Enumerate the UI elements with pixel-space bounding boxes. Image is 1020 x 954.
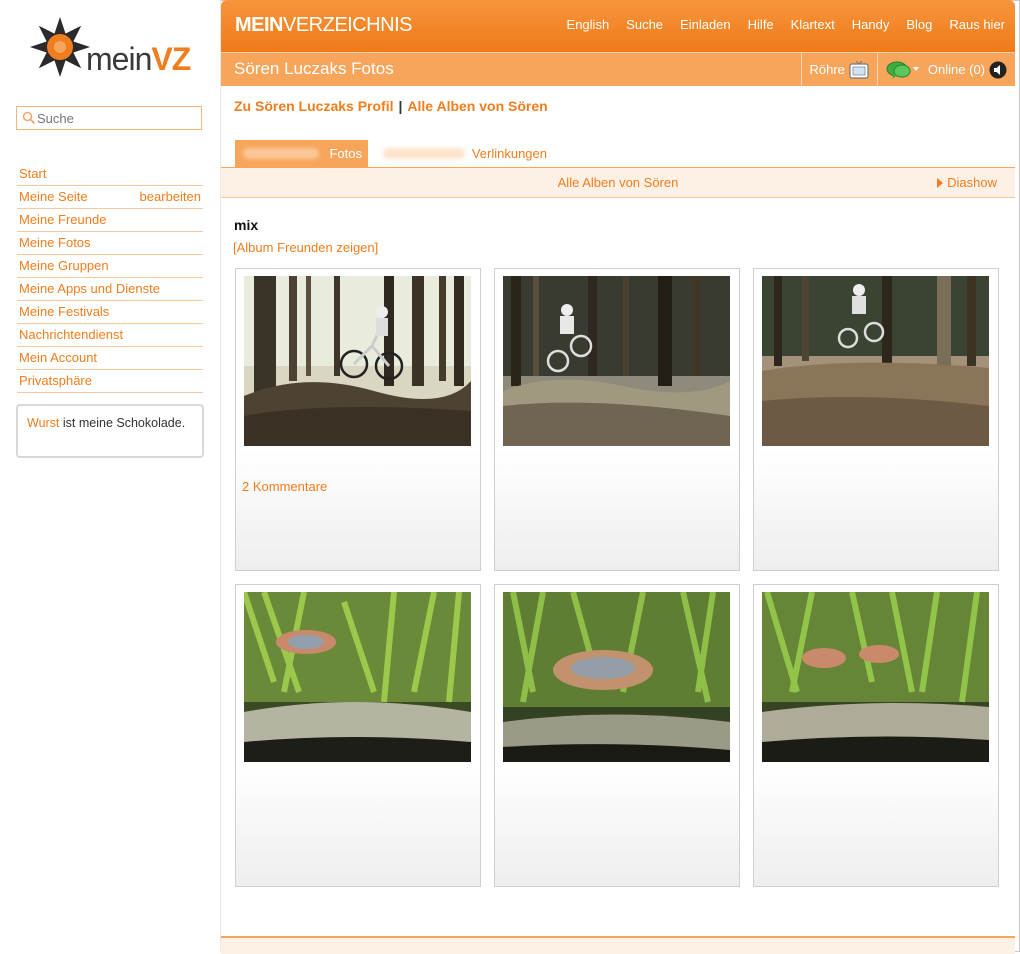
breadcrumb: Zu Sören Luczaks Profil | Alle Alben von S… <box>234 98 548 114</box>
photo-thumbnail[interactable] <box>503 276 730 446</box>
photo-card <box>753 268 999 571</box>
album-title: mix <box>234 217 259 233</box>
photo-thumbnail[interactable] <box>762 592 989 762</box>
sidebar-item-label: Privatsphäre <box>19 373 92 388</box>
blurred-name <box>383 148 465 159</box>
sidebar-item-label: Meine Gruppen <box>19 258 109 273</box>
nav-english[interactable]: English <box>567 17 610 32</box>
sidebar-item-privacy[interactable]: Privatsphäre <box>17 370 203 393</box>
page-title: Sören Luczaks Fotos <box>234 59 394 78</box>
tv-icon[interactable] <box>849 60 869 79</box>
sidebar-item-groups[interactable]: Meine Gruppen <box>17 255 203 278</box>
online-label[interactable]: Online (0) <box>928 62 985 77</box>
sidebar-item-friends[interactable]: Meine Freunde <box>17 209 203 232</box>
tab-tags-label: Verlinkungen <box>471 146 547 161</box>
top-header: MEINVERZEICHNIS English Suche Einladen H… <box>221 0 1015 52</box>
sound-icon[interactable] <box>989 61 1007 79</box>
search-input[interactable] <box>37 109 197 127</box>
nav-help[interactable]: Hilfe <box>748 17 774 32</box>
photo-comments-link[interactable]: 2 Kommentare <box>242 479 327 494</box>
tab-photos[interactable]: Fotos <box>235 140 368 167</box>
sidebar-item-account[interactable]: Mein Account <box>17 347 203 370</box>
status-box[interactable]: Wurst ist meine Schokolade. <box>16 404 204 458</box>
all-albums-link[interactable]: Alle Alben von Sören <box>407 98 547 114</box>
sidebar: meinVZ Start Meine Seite bearbeiten Meine… <box>0 0 220 952</box>
divider <box>800 53 802 86</box>
sidebar-item-label: Meine Festivals <box>19 304 110 319</box>
nav-search[interactable]: Suche <box>626 17 663 32</box>
photo-thumbnail[interactable] <box>503 592 730 762</box>
chat-icon[interactable] <box>886 59 920 81</box>
sub-header-tools: Röhre Online (0) <box>793 53 1008 86</box>
logo-wordmark: meinVZ <box>86 41 191 78</box>
photo-thumbnail[interactable] <box>762 276 989 446</box>
sidebar-item-start[interactable]: Start <box>17 163 203 186</box>
status-text: ist meine Schokolade. <box>59 416 186 430</box>
sidebar-item-label: Meine Apps und Dienste <box>19 281 160 296</box>
photo-card <box>753 584 999 887</box>
sidebar-item-messages[interactable]: Nachrichtendienst <box>17 324 203 347</box>
divider <box>876 53 878 86</box>
status-user-link[interactable]: Wurst <box>27 416 59 430</box>
photo-thumbnail[interactable] <box>244 592 471 762</box>
photo-thumbnail[interactable] <box>244 276 471 446</box>
top-nav: English Suche Einladen Hilfe Klartext Ha… <box>550 17 1005 32</box>
aquarium-photo <box>762 592 989 762</box>
sidebar-item-label: Meine Fotos <box>19 235 91 250</box>
tab-tags[interactable]: Verlinkungen <box>377 140 557 167</box>
aquarium-photo <box>503 592 730 762</box>
sidebar-item-label: Meine Seite <box>19 189 88 204</box>
sidebar-item-label: Start <box>19 166 47 181</box>
brand-bold: MEIN <box>235 14 284 36</box>
sidebar-item-festivals[interactable]: Meine Festivals <box>17 301 203 324</box>
nav-invite[interactable]: Einladen <box>680 17 731 32</box>
sub-header: Sören Luczaks Fotos Röhre Online (0) <box>221 52 1015 86</box>
bike-photo <box>503 276 730 446</box>
search-box <box>16 106 202 130</box>
bike-photo <box>244 276 471 446</box>
logo-suffix: VZ <box>151 41 191 77</box>
search-icon <box>22 111 36 125</box>
tv-label[interactable]: Röhre <box>810 62 845 77</box>
sidebar-item-label: Mein Account <box>19 350 98 365</box>
sidebar-item-label: Nachrichtendienst <box>19 327 124 342</box>
photo-card <box>494 584 740 887</box>
all-albums-center-link[interactable]: Alle Alben von Sören <box>221 175 1015 190</box>
photo-card <box>235 584 481 887</box>
edit-page-link[interactable]: bearbeiten <box>140 186 201 207</box>
slideshow-link[interactable]: Diashow <box>937 175 997 190</box>
sunburst-logo-icon <box>30 17 90 77</box>
brand-title[interactable]: MEINVERZEICHNIS <box>235 14 412 37</box>
brand-rest: VERZEICHNIS <box>283 14 412 36</box>
breadcrumb-separator: | <box>398 98 403 114</box>
photo-card: 2 Kommentare <box>235 268 481 571</box>
meinvz-logo[interactable]: meinVZ <box>28 15 198 83</box>
tab-photos-label: Fotos <box>329 146 362 161</box>
share-album-link[interactable]: [Album Freunden zeigen] <box>233 240 378 255</box>
sidebar-item-apps[interactable]: Meine Apps und Dienste <box>17 278 203 301</box>
nav-blog[interactable]: Blog <box>906 17 932 32</box>
nav-mobile[interactable]: Handy <box>852 17 890 32</box>
blurred-name <box>243 148 319 159</box>
sidebar-item-photos[interactable]: Meine Fotos <box>17 232 203 255</box>
logo-prefix: mein <box>86 41 152 77</box>
sidebar-item-label: Meine Freunde <box>19 212 107 227</box>
album-bar: Alle Alben von Sören Diashow <box>221 168 1015 198</box>
sidebar-item-my-page[interactable]: Meine Seite bearbeiten <box>17 186 203 209</box>
nav-logout[interactable]: Raus hier <box>949 17 1005 32</box>
slideshow-label: Diashow <box>947 175 997 190</box>
play-icon <box>937 178 944 188</box>
main-content: MEINVERZEICHNIS English Suche Einladen H… <box>220 0 1015 954</box>
sidebar-nav: Start Meine Seite bearbeiten Meine Freund… <box>17 163 203 393</box>
bike-photo <box>762 276 989 446</box>
aquarium-photo <box>244 592 471 762</box>
next-section-strip <box>221 936 1015 954</box>
profile-link[interactable]: Zu Sören Luczaks Profil <box>234 98 393 114</box>
photo-card <box>494 268 740 571</box>
photo-tabs: Fotos Verlinkungen <box>221 140 1015 169</box>
nav-klartext[interactable]: Klartext <box>791 17 835 32</box>
